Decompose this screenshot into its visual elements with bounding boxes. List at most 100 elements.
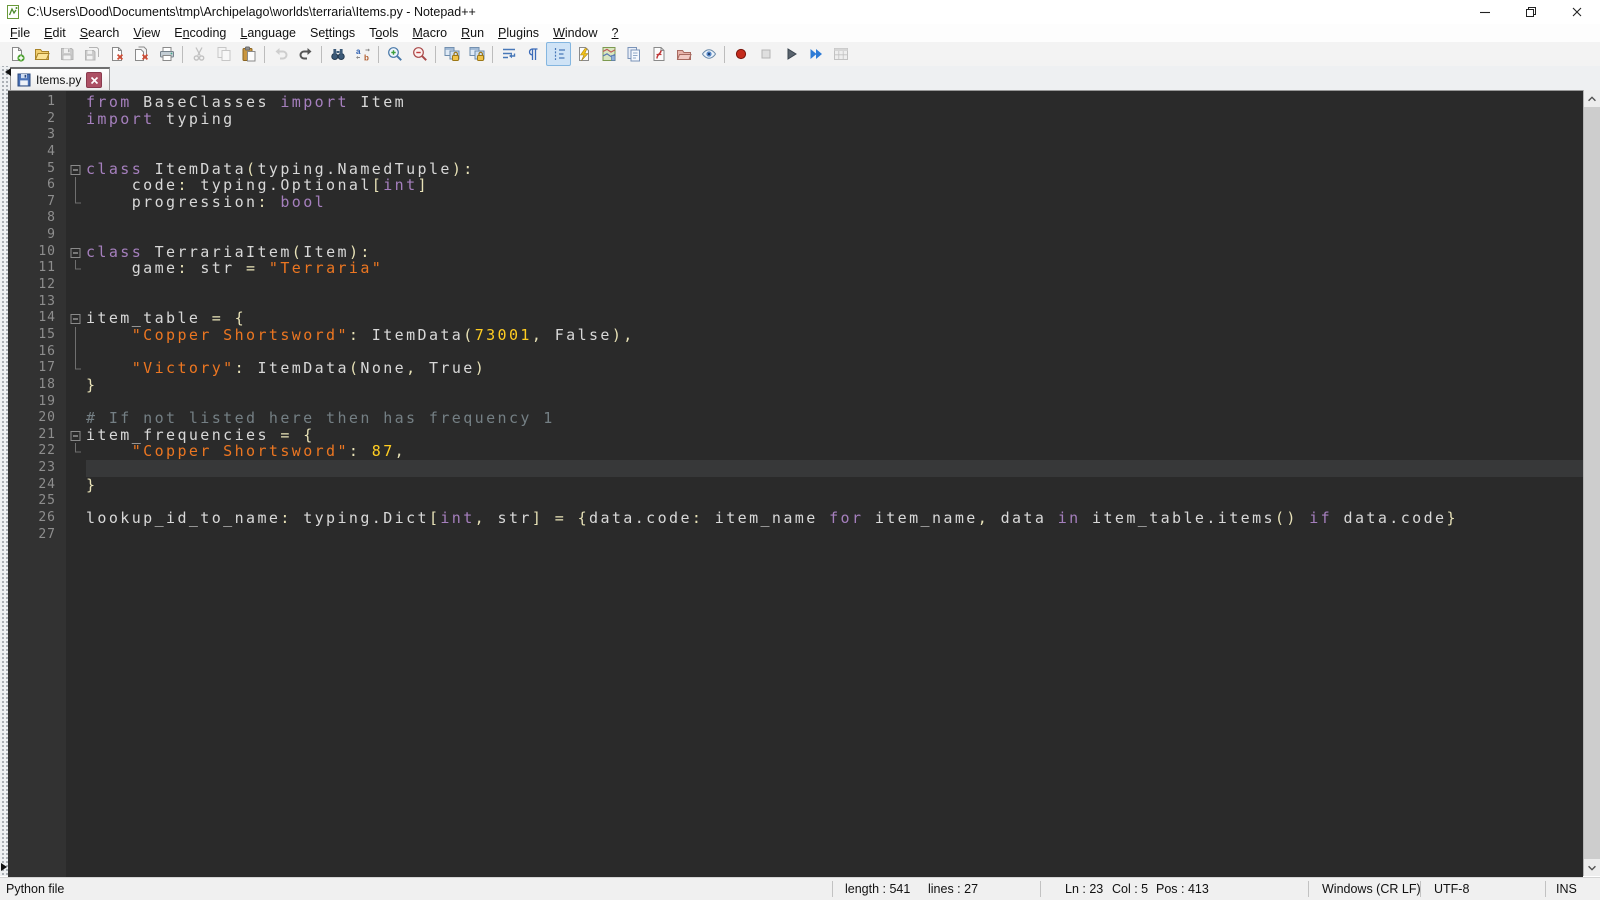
- redo-button[interactable]: [293, 42, 318, 66]
- function-list-icon: [651, 46, 667, 62]
- fold-box-icon[interactable]: [66, 427, 86, 444]
- minimize-button[interactable]: [1462, 0, 1508, 24]
- menu-item-window[interactable]: Window: [546, 25, 604, 41]
- menu-item-help[interactable]: ?: [605, 25, 626, 41]
- define-language-button[interactable]: [571, 42, 596, 66]
- zoom-out-button[interactable]: [407, 42, 432, 66]
- menu-item-file[interactable]: File: [3, 25, 37, 41]
- line-number: 20: [8, 410, 66, 427]
- scrollbar-up-button[interactable]: [1584, 90, 1600, 107]
- macro-run-multiple-button[interactable]: [803, 42, 828, 66]
- menu-item-encoding[interactable]: Encoding: [167, 25, 233, 41]
- macro-stop-button[interactable]: [753, 42, 778, 66]
- paste-button[interactable]: [236, 42, 261, 66]
- code-line[interactable]: 12: [8, 277, 1583, 294]
- docked-panel-splitter[interactable]: [0, 66, 8, 876]
- vertical-scrollbar[interactable]: [1583, 90, 1600, 876]
- code-line[interactable]: 19: [8, 394, 1583, 411]
- code-line[interactable]: 8: [8, 210, 1583, 227]
- code-line[interactable]: 27: [8, 527, 1583, 544]
- editor[interactable]: 1from BaseClasses import Item2import typ…: [8, 90, 1583, 877]
- code-token: ):: [452, 160, 475, 178]
- code-line[interactable]: 18}: [8, 377, 1583, 394]
- sync-horizontal-scroll-button[interactable]: [464, 42, 489, 66]
- code-token: [: [429, 509, 440, 527]
- fold-box-icon[interactable]: [66, 244, 86, 261]
- code-token: [86, 359, 132, 377]
- scrollbar-down-button[interactable]: [1584, 859, 1600, 876]
- code-line[interactable]: 1from BaseClasses import Item: [8, 94, 1583, 111]
- code-token: class: [86, 243, 143, 261]
- code-line[interactable]: 21item_frequencies = {: [8, 427, 1583, 444]
- code-line[interactable]: 2import typing: [8, 111, 1583, 128]
- code-line[interactable]: 3: [8, 127, 1583, 144]
- print-button[interactable]: [154, 42, 179, 66]
- macro-play-button[interactable]: [778, 42, 803, 66]
- code-line[interactable]: 14item_table = {: [8, 310, 1583, 327]
- new-file-button[interactable]: [4, 42, 29, 66]
- code-line[interactable]: 24}: [8, 477, 1583, 494]
- save-all-button[interactable]: [79, 42, 104, 66]
- open-file-button[interactable]: [29, 42, 54, 66]
- fold-box-icon[interactable]: [66, 310, 86, 327]
- tab-close-button[interactable]: [86, 72, 102, 88]
- code-line[interactable]: 17 "Victory": ItemData(None, True): [8, 360, 1583, 377]
- code-token: int: [383, 176, 417, 194]
- code-line[interactable]: 13: [8, 294, 1583, 311]
- save-button[interactable]: [54, 42, 79, 66]
- code-line[interactable]: 6 code: typing.Optional[int]: [8, 177, 1583, 194]
- code-token: # If not listed here then has frequency …: [86, 409, 555, 427]
- code-line[interactable]: 22 "Copper Shortsword": 87,: [8, 443, 1583, 460]
- menu-item-search[interactable]: Search: [73, 25, 127, 41]
- zoom-in-button[interactable]: [382, 42, 407, 66]
- code-line[interactable]: 16: [8, 344, 1583, 361]
- macro-run-multiple-icon: [808, 46, 824, 62]
- menu-item-tools[interactable]: Tools: [362, 25, 405, 41]
- sync-vertical-scroll-button[interactable]: [439, 42, 464, 66]
- close-file-button[interactable]: [104, 42, 129, 66]
- close-button[interactable]: [1554, 0, 1600, 24]
- code-line[interactable]: 20 # If not listed here then has frequenc…: [8, 410, 1583, 427]
- code-line[interactable]: 9: [8, 227, 1583, 244]
- monitoring-button[interactable]: [696, 42, 721, 66]
- replace-button[interactable]: ab: [350, 42, 375, 66]
- code-line[interactable]: 23: [8, 460, 1583, 477]
- menu-item-view[interactable]: View: [126, 25, 167, 41]
- menu-item-edit[interactable]: Edit: [37, 25, 73, 41]
- scrollbar-thumb[interactable]: [1584, 107, 1600, 859]
- code-line[interactable]: 26lookup_id_to_name: typing.Dict[int, st…: [8, 510, 1583, 527]
- code-line[interactable]: 4: [8, 144, 1583, 161]
- function-list-button[interactable]: [646, 42, 671, 66]
- code-line[interactable]: 5class ItemData(typing.NamedTuple):: [8, 161, 1583, 178]
- code-token: :: [692, 509, 703, 527]
- menu-item-language[interactable]: Language: [233, 25, 303, 41]
- document-list-button[interactable]: [621, 42, 646, 66]
- code-line[interactable]: 10class TerrariaItem(Item):: [8, 244, 1583, 261]
- word-wrap-button[interactable]: [496, 42, 521, 66]
- restore-button[interactable]: [1508, 0, 1554, 24]
- copy-button[interactable]: [211, 42, 236, 66]
- document-map-button[interactable]: [596, 42, 621, 66]
- code-line[interactable]: 15 "Copper Shortsword": ItemData(73001, …: [8, 327, 1583, 344]
- menu-item-run[interactable]: Run: [454, 25, 491, 41]
- code-line[interactable]: 11 game: str = "Terraria": [8, 260, 1583, 277]
- window-controls: [1462, 0, 1600, 24]
- menu-item-plugins[interactable]: Plugins: [491, 25, 546, 41]
- macro-record-button[interactable]: [728, 42, 753, 66]
- code-line[interactable]: 7 progression: bool: [8, 194, 1583, 211]
- menu-item-macro[interactable]: Macro: [405, 25, 454, 41]
- dock-collapse-left-arrow[interactable]: [1, 68, 11, 76]
- close-all-button[interactable]: [129, 42, 154, 66]
- code-token: :: [280, 509, 291, 527]
- undo-button[interactable]: [268, 42, 293, 66]
- fold-box-icon[interactable]: [66, 161, 86, 178]
- code-line[interactable]: 25: [8, 493, 1583, 510]
- find-button[interactable]: [325, 42, 350, 66]
- show-indent-guide-button[interactable]: [546, 42, 571, 66]
- cut-button[interactable]: [186, 42, 211, 66]
- menu-item-settings[interactable]: Settings: [303, 25, 362, 41]
- tab-items-py[interactable]: Items.py: [10, 67, 110, 91]
- folder-as-workspace-button[interactable]: [671, 42, 696, 66]
- show-all-characters-button[interactable]: [521, 42, 546, 66]
- macro-save-button[interactable]: [828, 42, 853, 66]
